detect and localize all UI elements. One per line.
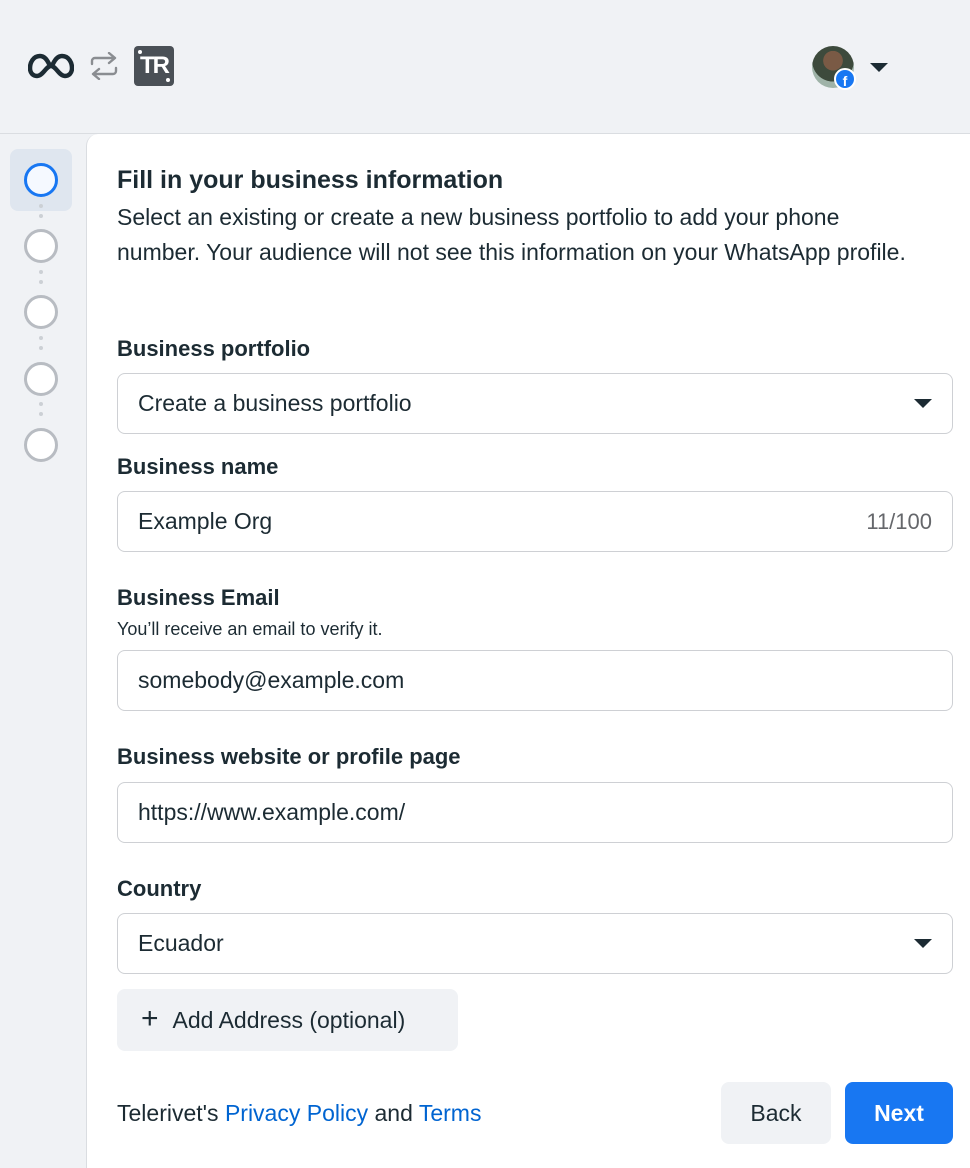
portfolio-label: Business portfolio: [117, 336, 311, 361]
business-email-label: Business Email: [117, 585, 280, 610]
page-description: Select an existing or create a new busin…: [117, 204, 906, 265]
business-website-label: Business website or profile page: [117, 744, 461, 769]
chevron-down-icon: [914, 399, 932, 408]
business-email-input[interactable]: somebody@example.com: [117, 650, 953, 711]
business-name-label: Business name: [117, 454, 279, 479]
business-email-help: You’ll receive an email to verify it.: [117, 619, 383, 639]
legal-prefix: Telerivet's: [117, 1100, 225, 1126]
facebook-badge-letter: f: [842, 72, 848, 89]
back-button[interactable]: Back: [721, 1082, 831, 1144]
business-name-input[interactable]: Example Org 11/100: [117, 491, 953, 552]
business-website-input[interactable]: https://www.example.com/: [117, 782, 953, 843]
plus-icon: +: [141, 1001, 159, 1035]
page-title: Fill in your business information: [117, 166, 504, 194]
account-menu[interactable]: f: [812, 46, 888, 90]
caret-down-icon[interactable]: [870, 62, 888, 72]
business-name-value: Example Org: [138, 508, 273, 534]
privacy-policy-link[interactable]: Privacy Policy: [225, 1100, 368, 1126]
terms-link[interactable]: Terms: [419, 1100, 482, 1126]
top-bar: TR f: [0, 0, 970, 134]
add-address-button[interactable]: + Add Address (optional): [117, 989, 458, 1051]
step-4: [10, 348, 72, 410]
step-circle-icon: [24, 229, 58, 263]
country-select[interactable]: Ecuador: [117, 913, 953, 974]
step-circle-icon: [24, 163, 58, 197]
business-portfolio-select[interactable]: Create a business portfolio: [117, 373, 953, 434]
arrows-swap-icon: [88, 52, 120, 80]
facebook-icon: f: [834, 68, 856, 90]
partner-logo: TR: [134, 46, 174, 86]
step-3: [10, 281, 72, 343]
meta-logo-icon: [28, 53, 74, 79]
business-website-value: https://www.example.com/: [138, 799, 406, 825]
partner-logo-text: TR: [140, 52, 170, 79]
step-circle-icon: [24, 428, 58, 462]
character-counter: 11/100: [866, 508, 932, 534]
business-info-panel: Fill in your business information Select…: [86, 134, 970, 1168]
legal-and: and: [368, 1100, 419, 1126]
step-2: [10, 215, 72, 277]
progress-stepper: [0, 134, 86, 1168]
legal-notice: Telerivet's Privacy Policy and Terms: [117, 1100, 481, 1127]
step-5: [10, 414, 72, 476]
next-button[interactable]: Next: [845, 1082, 953, 1144]
add-address-label: Add Address (optional): [172, 1006, 406, 1033]
step-circle-icon: [24, 295, 58, 329]
avatar[interactable]: f: [812, 46, 856, 90]
chevron-down-icon: [914, 939, 932, 948]
country-label: Country: [117, 876, 202, 901]
logo-row: TR: [28, 46, 174, 86]
country-selected-value: Ecuador: [138, 930, 224, 956]
step-circle-icon: [24, 362, 58, 396]
step-1: [10, 149, 72, 211]
business-email-value: somebody@example.com: [138, 667, 405, 693]
portfolio-selected-value: Create a business portfolio: [138, 390, 412, 416]
